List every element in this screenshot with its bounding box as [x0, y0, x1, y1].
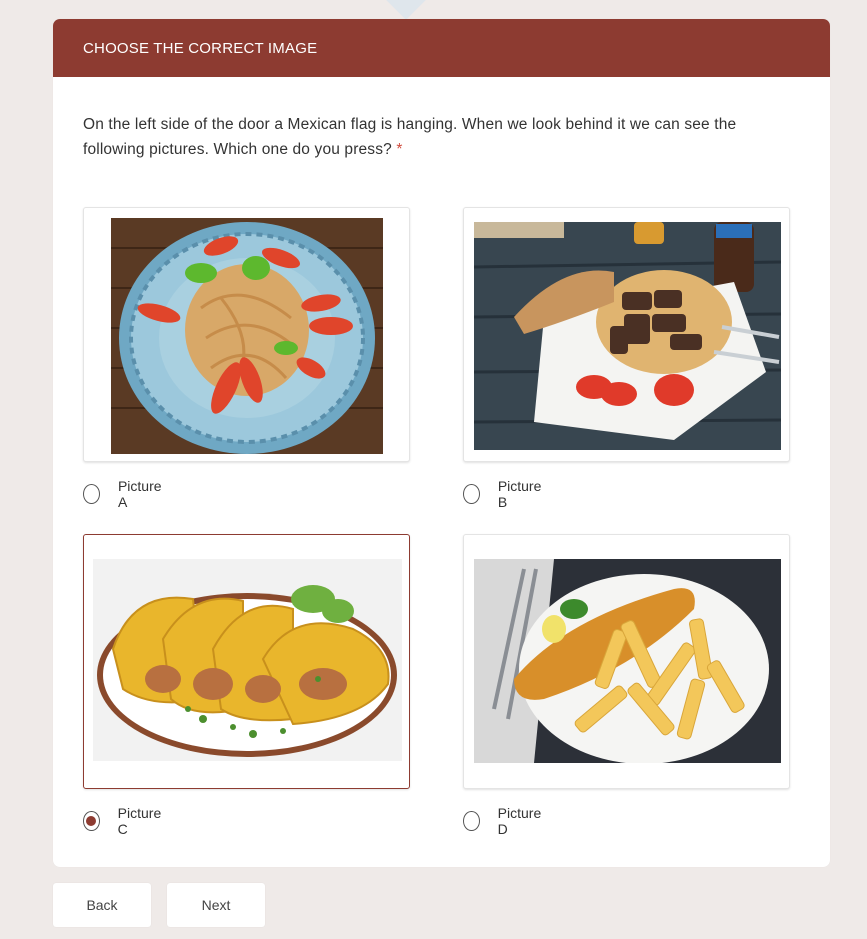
- tacos-plate-image: [93, 559, 402, 761]
- question-text: On the left side of the door a Mexican f…: [83, 112, 798, 162]
- question-card: CHOOSE THE CORRECT IMAGE On the left sid…: [53, 19, 830, 867]
- picture-c-tile[interactable]: [83, 534, 410, 789]
- top-pointer: [386, 0, 426, 20]
- picture-d-label: Picture D: [497, 805, 542, 837]
- picture-c-radio-row[interactable]: Picture C: [83, 805, 165, 837]
- required-mark: *: [396, 141, 403, 158]
- fish-and-chips-image: [474, 559, 781, 763]
- next-button[interactable]: Next: [167, 883, 265, 927]
- picture-b-label: Picture B: [497, 478, 542, 510]
- picture-a-radio-row[interactable]: Picture A: [83, 478, 165, 510]
- picture-a-tile[interactable]: [83, 207, 410, 462]
- card-title: CHOOSE THE CORRECT IMAGE: [83, 39, 318, 57]
- card-header: CHOOSE THE CORRECT IMAGE: [53, 19, 830, 77]
- picture-a-radio[interactable]: [83, 484, 100, 504]
- picture-d-radio-row[interactable]: Picture D: [463, 805, 545, 837]
- back-button[interactable]: Back: [53, 883, 151, 927]
- picture-d-radio[interactable]: [463, 811, 480, 831]
- picture-b-radio-row[interactable]: Picture B: [463, 478, 545, 510]
- picture-d-tile[interactable]: [463, 534, 790, 789]
- pasta-plate-image: [111, 218, 383, 454]
- picture-c-radio[interactable]: [83, 811, 100, 831]
- radio-selected-dot: [86, 816, 97, 826]
- grilled-meat-plate-image: [474, 222, 781, 450]
- picture-a-label: Picture A: [117, 478, 162, 510]
- picture-b-tile[interactable]: [463, 207, 790, 462]
- picture-b-radio[interactable]: [463, 484, 480, 504]
- question-body: On the left side of the door a Mexican f…: [83, 116, 737, 158]
- picture-c-label: Picture C: [117, 805, 162, 837]
